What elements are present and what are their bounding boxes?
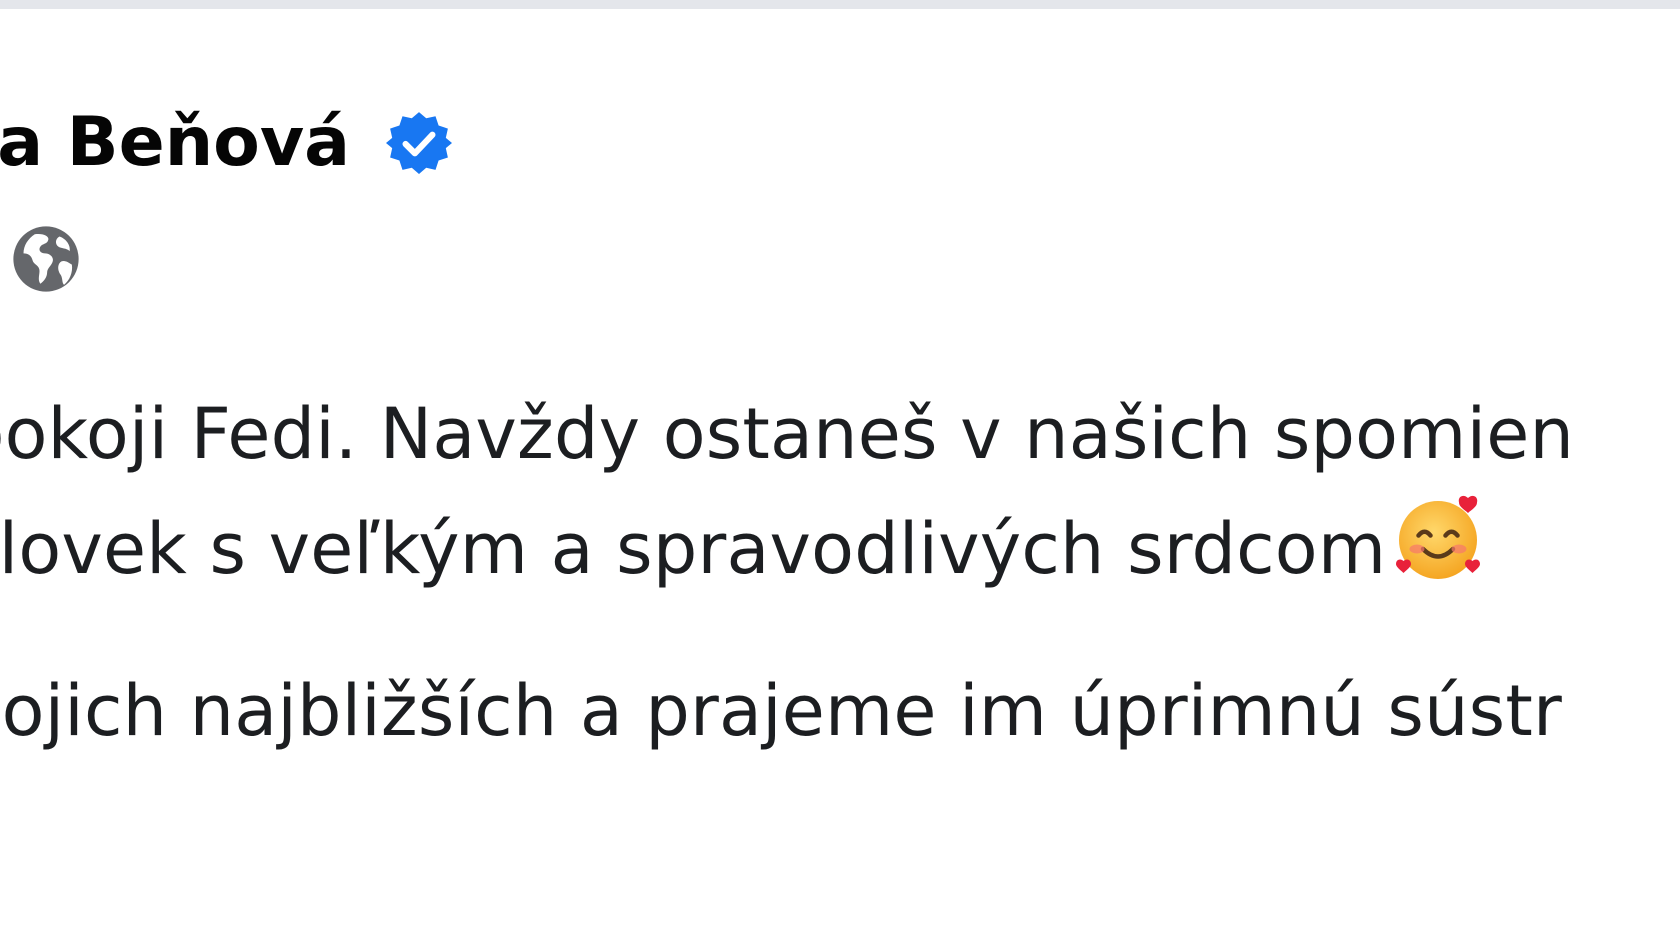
post-line-3: vojich najbližších a prajeme im úprimnú … — [0, 670, 1562, 752]
author-name-link[interactable]: ka Beňová — [0, 109, 350, 177]
globe-icon[interactable] — [10, 223, 82, 295]
facebook-post: ka Beňová pokoji Fedi. Navždy ostaneš v … — [0, 9, 1680, 945]
post-meta — [10, 222, 82, 296]
smiling-face-with-hearts-icon — [1390, 489, 1486, 585]
top-divider — [0, 0, 1680, 9]
post-line-1: pokoji Fedi. Navždy ostaneš v našich spo… — [0, 393, 1575, 475]
post-header: ka Beňová — [0, 95, 453, 191]
post-paragraph-1: pokoji Fedi. Navždy ostaneš v našich spo… — [0, 379, 1680, 604]
post-line-2: človek s veľkým a spravodlivých srdcom — [0, 508, 1387, 590]
post-body: pokoji Fedi. Navždy ostaneš v našich spo… — [0, 379, 1680, 766]
verified-badge-icon[interactable] — [386, 110, 453, 176]
post-paragraph-2: vojich najbližších a prajeme im úprimnú … — [0, 656, 1680, 766]
